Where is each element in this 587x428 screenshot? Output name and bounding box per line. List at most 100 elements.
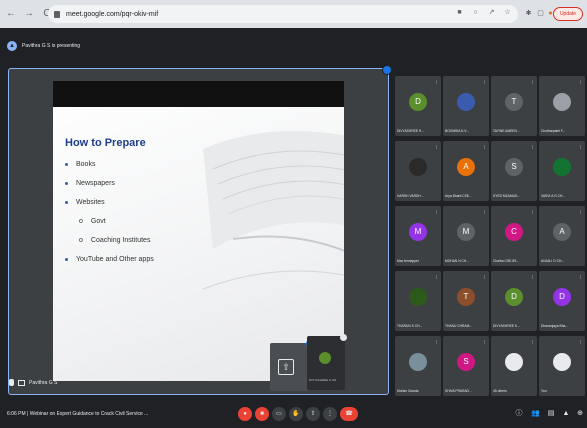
participant-name: DIVYASHREE H... xyxy=(397,129,425,133)
participant-tile[interactable]: ⁞ M Mac ferctapper xyxy=(395,206,441,266)
participant-avatar: S xyxy=(457,353,475,371)
participant-tile[interactable]: ⁞ 45 others xyxy=(491,336,537,396)
participant-name: THARUN S CH... xyxy=(397,324,423,328)
participant-tile[interactable]: ⁞ D DIVYASHREE K... xyxy=(491,271,537,331)
participant-avatar: M xyxy=(409,223,427,241)
mic-muted-icon: ⁞ xyxy=(531,210,533,216)
slide-title: How to Prepare xyxy=(65,137,146,149)
participant-name: Arya Bharti CSE... xyxy=(445,194,472,198)
participant-avatar: D xyxy=(553,288,571,306)
participant-name: SYED MZAMUD... xyxy=(493,194,521,198)
slide-top-band xyxy=(53,81,344,107)
participant-name: TAYINE AMEEN... xyxy=(493,129,520,133)
participant-tile[interactable]: ⁞ T TAYINE AMEEN... xyxy=(491,76,537,136)
extensions-icon[interactable]: ✱ xyxy=(524,9,533,18)
present-screen-icon: ⇧ xyxy=(278,359,294,375)
participant-tile[interactable]: ⁞ A Arya Bharti CSE... xyxy=(443,141,489,201)
participant-name: VASVI A G CH... xyxy=(541,194,566,198)
captions-button[interactable]: ▭ xyxy=(272,407,286,421)
bookmark-star-icon[interactable]: ☆ xyxy=(503,8,512,17)
participant-tile[interactable]: ⁞ VASVI A G CH... xyxy=(539,141,585,201)
raise-hand-button[interactable]: ✋ xyxy=(289,407,303,421)
participant-avatar xyxy=(505,353,523,371)
participant-avatar: C xyxy=(505,223,523,241)
pin-icon[interactable] xyxy=(382,65,392,75)
forward-arrow-icon[interactable]: → xyxy=(22,7,36,21)
mic-muted-icon: ⁞ xyxy=(435,275,437,281)
share-icon[interactable]: ↗ xyxy=(487,8,496,17)
info-icon[interactable]: ⓘ xyxy=(515,410,523,418)
participant-tile[interactable]: ⁞ C Chaitra CSE-59... xyxy=(491,206,537,266)
mic-muted-icon: ⁞ xyxy=(531,80,533,86)
mic-muted-icon: ⁞ xyxy=(531,275,533,281)
activities-icon[interactable]: ▲ xyxy=(562,410,570,418)
present-button[interactable]: ⇧ xyxy=(306,407,320,421)
lock-meeting-icon[interactable]: ⊕ xyxy=(576,410,584,418)
participant-name: Mohan Gowda xyxy=(397,389,419,393)
lock-icon[interactable] xyxy=(54,10,60,18)
participant-tile[interactable]: ⁞ You xyxy=(539,336,585,396)
mic-muted-icon: ⁞ xyxy=(483,80,485,86)
participant-name: THANU CHRAM... xyxy=(445,324,473,328)
mic-muted-icon: ⁞ xyxy=(579,340,581,346)
back-arrow-icon[interactable]: ← xyxy=(4,7,18,21)
presenter-label: Pavithra G S xyxy=(9,379,57,386)
chat-icon[interactable]: ▤ xyxy=(547,410,555,418)
clock-time: 6:06 PM xyxy=(7,411,26,417)
mic-muted-icon: ⁞ xyxy=(435,210,437,216)
expand-dot-icon[interactable] xyxy=(340,334,347,341)
mic-muted-icon: ⁞ xyxy=(531,340,533,346)
participant-tile[interactable]: ⁞ S SHIVA PRASAD... xyxy=(443,336,489,396)
bullet-item: Newspapers xyxy=(65,180,115,187)
url-text[interactable]: meet.google.com/pqr-okiv-mif xyxy=(66,11,158,18)
participant-name: Chaitra CSE-59... xyxy=(493,259,519,263)
self-presenting-tile[interactable]: ⇧ xyxy=(270,340,313,391)
mic-icon xyxy=(9,379,14,386)
participant-tile[interactable]: ⁞ Chotharpatel F... xyxy=(539,76,585,136)
browser-toolbar: ← → C meet.google.com/pqr-okiv-mif ■ ○ ↗… xyxy=(0,0,587,28)
participant-avatar: D xyxy=(505,288,523,306)
participant-avatar xyxy=(409,158,427,176)
participant-tile[interactable]: ⁞ Mohan Gowda xyxy=(395,336,441,396)
presentation-slide: How to Prepare Books Newspapers Websites… xyxy=(53,81,344,381)
camera-off-button[interactable]: ■ xyxy=(255,407,269,421)
participant-avatar: A xyxy=(457,158,475,176)
participant-tile[interactable]: ⁞ THARUN S CH... xyxy=(395,271,441,331)
participant-tile[interactable]: ⁞ HARSH VARDH... xyxy=(395,141,441,201)
participant-name: 45 others xyxy=(493,389,507,393)
participant-tile[interactable]: ⁞ T THANU CHRAM... xyxy=(443,271,489,331)
participant-avatar xyxy=(409,288,427,306)
participant-name: Dhananjaya Bha... xyxy=(541,324,569,328)
bullet-item: Books xyxy=(65,161,95,168)
participant-tile[interactable]: ⁞ A ANJALI G CH... xyxy=(539,206,585,266)
participant-avatar: T xyxy=(505,93,523,111)
participant-tile[interactable]: ⁞ D DIVYASHREE H... xyxy=(395,76,441,136)
participant-avatar: S xyxy=(505,158,523,176)
presenting-banner: Pavithra G S is presenting xyxy=(22,43,81,49)
more-options-button[interactable]: ⋮ xyxy=(323,407,337,421)
participant-name: SHIVA PRASAD... xyxy=(445,389,472,393)
participant-tile[interactable]: ⁞ D Dhananjaya Bha... xyxy=(539,271,585,331)
bullet-item: Websites xyxy=(65,199,105,206)
people-icon[interactable]: 👥 xyxy=(531,410,540,418)
participant-tile[interactable]: ⁞ M MOHAN N CH... xyxy=(443,206,489,266)
address-bar[interactable]: meet.google.com/pqr-okiv-mif ■ ○ ↗ ☆ xyxy=(48,5,518,23)
zoom-icon[interactable]: ○ xyxy=(471,8,480,17)
mic-muted-icon: ⁞ xyxy=(579,145,581,151)
mic-off-button[interactable]: ● xyxy=(238,407,252,421)
self-camera-tile[interactable]: DIVYASHREE H GS xyxy=(307,334,347,390)
meeting-title: Webinar on Expert Guidance to Crack Civi… xyxy=(29,411,149,417)
mic-muted-icon: ⁞ xyxy=(531,145,533,151)
end-call-button[interactable]: ☎ xyxy=(340,407,358,421)
tab-search-icon[interactable]: ▢ xyxy=(536,9,545,18)
update-button[interactable]: Update xyxy=(553,7,583,21)
participant-tile[interactable]: ⁞ S SYED MZAMUD... xyxy=(491,141,537,201)
screen-share-icon xyxy=(18,379,25,386)
participant-name: Mac ferctapper xyxy=(397,259,419,263)
mic-muted-icon: ⁞ xyxy=(579,275,581,281)
meeting-controls-bar: 6:06 PM | Webinar on Expert Guidance to … xyxy=(0,400,587,428)
participant-name: ANJALI G CH... xyxy=(541,259,565,263)
camera-permission-icon[interactable]: ■ xyxy=(455,8,464,17)
meet-header: ▲ Pavithra G S is presenting xyxy=(0,28,587,62)
participant-tile[interactable]: ⁞ BOOMIKA K.V... xyxy=(443,76,489,136)
